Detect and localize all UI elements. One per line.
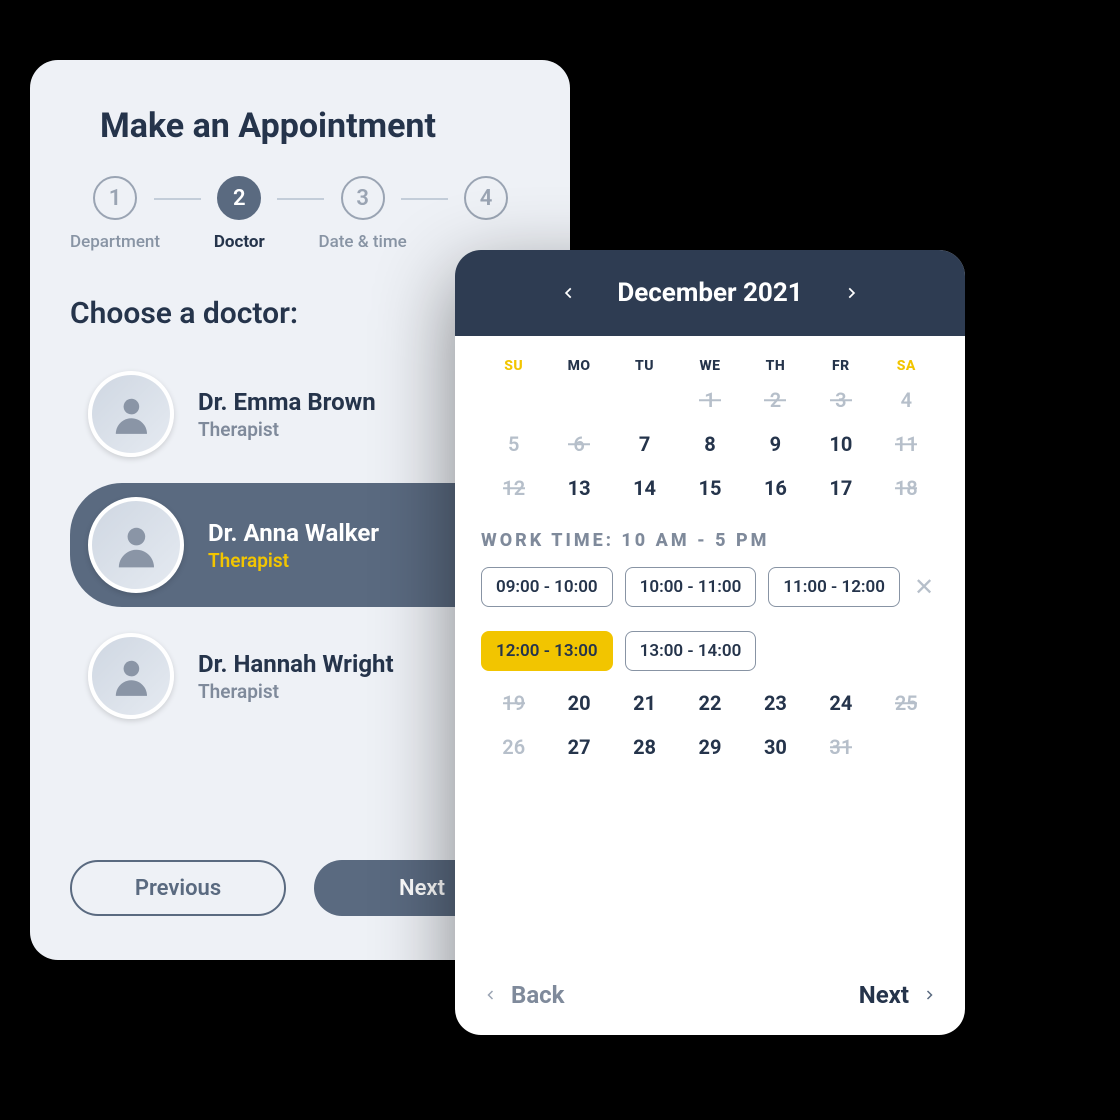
calendar-day: 25: [874, 691, 939, 715]
step-label: Date & time: [318, 232, 406, 252]
prev-month-button[interactable]: [555, 279, 583, 307]
time-slot[interactable]: 09:00 - 10:00: [481, 567, 613, 607]
calendar-day[interactable]: 16: [743, 476, 808, 500]
doctor-avatar-icon: [88, 633, 174, 719]
dates-grid-bottom: 19202122232425 262728293031: [481, 691, 939, 759]
calendar-day[interactable]: 24: [808, 691, 873, 715]
step-doctor[interactable]: 2 Doctor: [195, 176, 283, 252]
calendar-day[interactable]: 15: [677, 476, 742, 500]
calendar-month-label: December 2021: [617, 278, 802, 308]
calendar-day: 11: [874, 432, 939, 456]
calendar-back-button[interactable]: Back: [485, 981, 564, 1009]
calendar-day: 1: [677, 388, 742, 412]
next-month-button[interactable]: [837, 279, 865, 307]
calendar-day[interactable]: 28: [612, 735, 677, 759]
step-number: 4: [464, 176, 508, 220]
time-slot[interactable]: 13:00 - 14:00: [625, 631, 757, 671]
calendar-day[interactable]: 30: [743, 735, 808, 759]
calendar-day: 4: [874, 388, 939, 412]
dow-label: SA: [874, 358, 939, 374]
dow-label: MO: [546, 358, 611, 374]
doctor-avatar-icon: [88, 497, 184, 593]
step-four[interactable]: 4: [442, 176, 530, 232]
step-department[interactable]: 1 Department: [70, 176, 160, 252]
calendar-day: 31: [808, 735, 873, 759]
calendar-day: 18: [874, 476, 939, 500]
calendar-day[interactable]: 13: [546, 476, 611, 500]
step-connector: [154, 198, 201, 200]
previous-button[interactable]: Previous: [70, 860, 286, 916]
day-of-week-header: SU MO TU WE TH FR SA: [481, 358, 939, 374]
calendar-day[interactable]: 10: [808, 432, 873, 456]
stepper: 1 Department 2 Doctor 3 Date & time 4: [70, 176, 530, 252]
chevron-left-icon: [562, 282, 576, 304]
doctor-role: Therapist: [208, 549, 379, 572]
dates-grid-top: 123456789101112131415161718: [481, 388, 939, 500]
time-slot[interactable]: 10:00 - 11:00: [625, 567, 757, 607]
chevron-right-icon: [923, 985, 935, 1005]
doctor-role: Therapist: [198, 418, 376, 441]
doctor-role: Therapist: [198, 680, 394, 703]
close-icon[interactable]: ✕: [912, 573, 936, 601]
doctor-name: Dr. Anna Walker: [208, 519, 379, 547]
calendar-day: 12: [481, 476, 546, 500]
step-label: Department: [70, 232, 160, 252]
doctor-name: Dr. Emma Brown: [198, 388, 376, 416]
calendar-day[interactable]: 29: [677, 735, 742, 759]
calendar-day[interactable]: 20: [546, 691, 611, 715]
calendar-day[interactable]: 21: [612, 691, 677, 715]
calendar-day[interactable]: 14: [612, 476, 677, 500]
time-slot[interactable]: 11:00 - 12:00: [768, 567, 900, 607]
calendar-day[interactable]: 17: [808, 476, 873, 500]
dow-label: FR: [808, 358, 873, 374]
calendar-day[interactable]: 23: [743, 691, 808, 715]
step-label: Doctor: [214, 232, 265, 252]
calendar-header: December 2021: [455, 250, 965, 336]
calendar-day: 3: [808, 388, 873, 412]
time-slots: 09:00 - 10:00 10:00 - 11:00 11:00 - 12:00 ✕…: [481, 567, 939, 671]
doctor-avatar-icon: [88, 371, 174, 457]
doctor-name: Dr. Hannah Wright: [198, 650, 394, 678]
dow-label: WE: [677, 358, 742, 374]
calendar-day[interactable]: 8: [677, 432, 742, 456]
calendar-day: 19: [481, 691, 546, 715]
step-date-time[interactable]: 3 Date & time: [318, 176, 406, 252]
calendar-card: December 2021 SU MO TU WE TH FR SA 12345…: [455, 250, 965, 1035]
calendar-day: 5: [481, 432, 546, 456]
calendar-day: 6: [546, 432, 611, 456]
chevron-left-icon: [485, 985, 497, 1005]
calendar-day[interactable]: 7: [612, 432, 677, 456]
calendar-day: 26: [481, 735, 546, 759]
calendar-day: 2: [743, 388, 808, 412]
step-connector: [277, 198, 324, 200]
step-number: 2: [217, 176, 261, 220]
calendar-back-label: Back: [511, 981, 564, 1009]
calendar-next-button[interactable]: Next: [859, 981, 935, 1009]
step-number: 3: [341, 176, 385, 220]
dow-label: TH: [743, 358, 808, 374]
wizard-title: Make an Appointment: [100, 106, 530, 146]
time-slot-selected[interactable]: 12:00 - 13:00: [481, 631, 613, 671]
calendar-day[interactable]: 27: [546, 735, 611, 759]
calendar-day[interactable]: 22: [677, 691, 742, 715]
calendar-footer: Back Next: [455, 959, 965, 1035]
dow-label: SU: [481, 358, 546, 374]
calendar-next-label: Next: [859, 981, 909, 1009]
work-time-label: WORK TIME: 10 AM - 5 PM: [481, 530, 939, 551]
dow-label: TU: [612, 358, 677, 374]
step-connector: [401, 198, 448, 200]
step-number: 1: [93, 176, 137, 220]
chevron-right-icon: [844, 282, 858, 304]
calendar-day[interactable]: 9: [743, 432, 808, 456]
